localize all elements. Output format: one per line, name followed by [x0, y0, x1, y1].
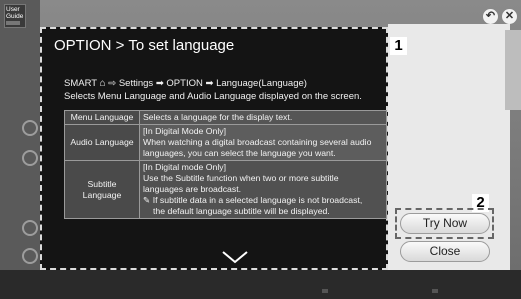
- logo-line-2: Guide: [6, 13, 24, 20]
- row-label: Audio Language: [64, 124, 140, 161]
- note-line: the default language subtitle will be di…: [153, 206, 330, 216]
- row-description: Selects a language for the display text.: [139, 110, 387, 125]
- row-description: [In Digital Mode Only] When watching a d…: [139, 124, 387, 161]
- bottom-indicator: [322, 289, 328, 293]
- row-label: Subtitle Language: [64, 160, 140, 219]
- close-icon[interactable]: ✕: [502, 9, 517, 24]
- menu-path: ⇨ Settings ➡ OPTION ➡ Language(Language): [108, 78, 307, 89]
- chevron-down-icon[interactable]: [220, 250, 250, 264]
- table-row: Menu Language Selects a language for the…: [64, 110, 387, 125]
- callout-badge-1: 1: [390, 37, 407, 55]
- smart-label: SMART: [64, 78, 97, 89]
- desc-line: languages are broadcast.: [143, 184, 242, 194]
- desc-line: [In Digital mode Only]: [143, 162, 227, 172]
- background-icon: [22, 120, 38, 136]
- bottom-bar: [0, 270, 521, 299]
- desc-line: Use the Subtitle function when two or mo…: [143, 173, 339, 183]
- try-now-button[interactable]: Try Now: [400, 213, 490, 234]
- table-row: Subtitle Language [In Digital mode Only]…: [64, 160, 387, 219]
- table-row: Audio Language [In Digital Mode Only] Wh…: [64, 124, 387, 161]
- home-icon: ⌂: [99, 78, 106, 89]
- close-button[interactable]: Close: [400, 241, 490, 262]
- desc-line: languages, you can select the language y…: [143, 148, 336, 158]
- background-icon: [22, 248, 38, 264]
- menu-path-text: SMART ⌂ ⇨ Settings ➡ OPTION ➡ Language(L…: [64, 78, 307, 89]
- option-language-dialog: OPTION > To set language 1 SMART ⌂ ⇨ Set…: [40, 27, 407, 270]
- background-icon: [22, 150, 38, 166]
- row-label-text: Subtitle Language: [82, 178, 122, 200]
- user-guide-logo: User Guide: [4, 4, 26, 28]
- dialog-title: OPTION > To set language: [54, 37, 235, 54]
- desc-line: Selects a language for the display text.: [143, 112, 293, 122]
- bottom-indicator: [432, 289, 438, 293]
- logo-tag: [6, 21, 20, 25]
- row-description: [In Digital mode Only] Use the Subtitle …: [139, 160, 387, 219]
- desc-line: [In Digital Mode Only]: [143, 126, 227, 136]
- options-table: Menu Language Selects a language for the…: [64, 110, 387, 219]
- back-button[interactable]: ↶: [483, 9, 498, 24]
- logo-line-1: User: [6, 6, 20, 13]
- desc-line: When watching a digital broadcast contai…: [143, 137, 372, 147]
- background-scroll-strip: [505, 30, 521, 110]
- row-label: Menu Language: [64, 110, 140, 125]
- background-icon: [22, 220, 38, 236]
- note-line: ✎ If subtitle data in a selected languag…: [143, 195, 363, 205]
- menu-description: Selects Menu Language and Audio Language…: [64, 91, 362, 102]
